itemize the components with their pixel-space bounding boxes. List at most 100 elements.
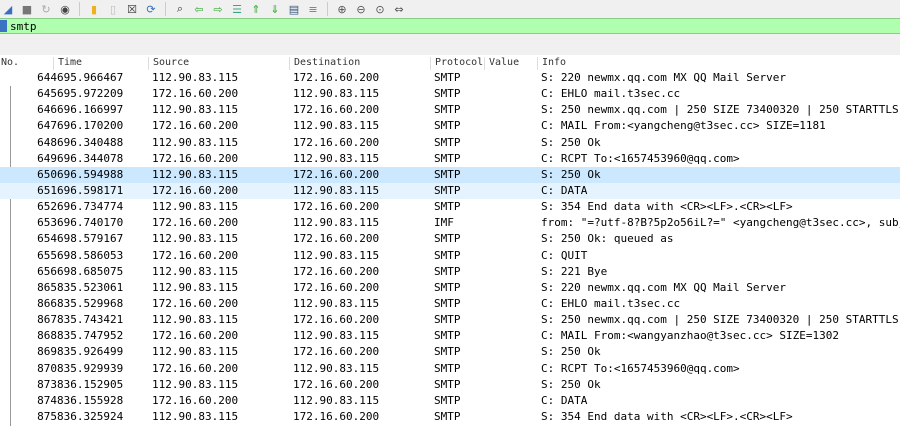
packet-protocol: SMTP: [434, 264, 461, 278]
packet-source: 172.16.60.200: [152, 216, 239, 230]
packet-row[interactable]: 865 835.523061 112.90.83.115 172.16.60.200 S…: [0, 280, 900, 296]
packet-time: 696.734774: [57, 200, 124, 214]
packet-destination: 172.16.60.200: [293, 313, 380, 327]
packet-row[interactable]: 868 835.747952 172.16.60.200 112.90.83.115 S…: [0, 328, 900, 344]
packet-row[interactable]: 649 696.344078 172.16.60.200 112.90.83.115 S…: [0, 151, 900, 167]
packet-row[interactable]: 650 696.594988 112.90.83.115 172.16.60.200 S…: [0, 166, 900, 183]
packet-source: 172.16.60.200: [152, 329, 239, 343]
packet-info: S: 250 Ok: [541, 135, 601, 149]
back-icon[interactable]: ⇦: [191, 2, 207, 17]
packet-source: 172.16.60.200: [152, 296, 239, 310]
column-header-info[interactable]: Info: [537, 57, 900, 70]
last-icon[interactable]: ⇓: [267, 2, 283, 17]
packet-protocol: SMTP: [434, 151, 461, 165]
packet-row[interactable]: 873 836.152905 112.90.83.115 172.16.60.200 S…: [0, 377, 900, 393]
packet-destination: 112.90.83.115: [293, 119, 380, 133]
packet-row[interactable]: 874 836.155928 172.16.60.200 112.90.83.115 S…: [0, 393, 900, 409]
packet-time: 835.929939: [57, 361, 124, 375]
packet-destination: 112.90.83.115: [293, 361, 380, 375]
packet-list-header: No. Time Source Destination Protocol Val…: [0, 55, 900, 70]
bookmark-icon[interactable]: [0, 20, 7, 32]
packet-protocol: SMTP: [434, 167, 461, 181]
packet-row[interactable]: 656 698.685075 112.90.83.115 172.16.60.200 S…: [0, 264, 900, 280]
zoom-in-icon[interactable]: ⊕: [334, 2, 350, 17]
packet-info: S: 221 Bye: [541, 264, 608, 278]
display-filter-bar[interactable]: smtp: [0, 18, 900, 34]
resize-columns-icon[interactable]: ⇔: [391, 2, 407, 17]
packet-number: 649: [37, 151, 57, 165]
packet-number: 868: [37, 329, 57, 343]
stop-icon[interactable]: ■: [19, 2, 35, 17]
packet-time: 695.972209: [57, 87, 124, 101]
packet-info: from: "=?utf-8?B?5p2o56iL?=" <yangcheng@…: [541, 216, 900, 230]
packet-destination: 112.90.83.115: [293, 393, 380, 407]
packet-info: S: 354 End data with <CR><LF>.<CR><LF>: [541, 409, 793, 423]
reload-icon[interactable]: ⟳: [143, 2, 159, 17]
packet-row[interactable]: 644 695.966467 112.90.83.115 172.16.60.200 S…: [0, 70, 900, 86]
packet-info: S: 220 newmx.qq.com MX QQ Mail Server: [541, 280, 787, 294]
packet-number: 875: [37, 409, 57, 423]
packet-row[interactable]: 654 698.579167 112.90.83.115 172.16.60.200 S…: [0, 231, 900, 247]
column-header-protocol[interactable]: Protocol: [430, 57, 484, 70]
packet-protocol: SMTP: [434, 313, 461, 327]
options-icon[interactable]: ◉: [57, 2, 73, 17]
packet-row[interactable]: 648 696.340488 112.90.83.115 172.16.60.200 S…: [0, 135, 900, 151]
packet-destination: 172.16.60.200: [293, 200, 380, 214]
packet-row[interactable]: 655 698.586053 172.16.60.200 112.90.83.115 S…: [0, 248, 900, 264]
packet-protocol: SMTP: [434, 200, 461, 214]
packet-row[interactable]: 652 696.734774 112.90.83.115 172.16.60.200 S…: [0, 199, 900, 215]
packet-destination: 112.90.83.115: [293, 248, 380, 262]
packet-row[interactable]: 869 835.926499 112.90.83.115 172.16.60.200 S…: [0, 344, 900, 360]
packet-source: 172.16.60.200: [152, 393, 239, 407]
packet-row[interactable]: 645 695.972209 172.16.60.200 112.90.83.115 S…: [0, 86, 900, 102]
packet-destination: 112.90.83.115: [293, 151, 380, 165]
goto-icon[interactable]: ☰: [229, 2, 245, 17]
packet-row[interactable]: 647 696.170200 172.16.60.200 112.90.83.115 S…: [0, 118, 900, 134]
packet-protocol: SMTP: [434, 296, 461, 310]
packet-time: 696.594988: [57, 167, 124, 181]
packet-protocol: SMTP: [434, 409, 461, 423]
packet-number: 867: [37, 313, 57, 327]
packet-time: 696.166997: [57, 103, 124, 117]
close-file-icon[interactable]: ☒: [124, 2, 140, 17]
packet-number: 644: [37, 71, 57, 84]
display-filter-input[interactable]: smtp: [10, 20, 37, 33]
packet-row[interactable]: 867 835.743421 112.90.83.115 172.16.60.200 S…: [0, 312, 900, 328]
column-header-value[interactable]: Value: [484, 57, 537, 70]
open-icon[interactable]: ▮: [86, 2, 102, 17]
packet-info: S: 250 Ok: queued as: [541, 232, 674, 246]
colorize-icon[interactable]: ≡: [305, 2, 321, 17]
restart-icon[interactable]: ↻: [38, 2, 54, 17]
packet-number: 647: [37, 119, 57, 133]
packet-row[interactable]: 875 836.325924 112.90.83.115 172.16.60.200 S…: [0, 409, 900, 425]
packet-destination: 172.16.60.200: [293, 264, 380, 278]
file-icon[interactable]: ▯: [105, 2, 121, 17]
first-icon[interactable]: ⇑: [248, 2, 264, 17]
packet-protocol: SMTP: [434, 71, 461, 84]
packet-number: 645: [37, 87, 57, 101]
packet-protocol: IMF: [434, 216, 454, 230]
packet-row[interactable]: 651 696.598171 172.16.60.200 112.90.83.115 S…: [0, 182, 900, 200]
zoom-normal-icon[interactable]: ⊙: [372, 2, 388, 17]
packet-number: 866: [37, 296, 57, 310]
column-header-no[interactable]: No.: [0, 57, 57, 70]
find-icon[interactable]: ⌕: [172, 2, 188, 17]
packet-row[interactable]: 870 835.929939 172.16.60.200 112.90.83.115 S…: [0, 361, 900, 377]
toolbar-separator: [165, 2, 166, 16]
packet-row[interactable]: 653 696.740170 172.16.60.200 112.90.83.115 I…: [0, 215, 900, 231]
packet-number: 655: [37, 248, 57, 262]
main-toolbar: ◢ ■ ↻ ◉ ▮ ▯ ☒ ⟳ ⌕ ⇦ ⇨ ☰ ⇑ ⇓ ▤ ≡ ⊕ ⊖ ⊙ ⇔: [0, 0, 900, 18]
packet-source: 112.90.83.115: [152, 345, 239, 359]
packet-source: 112.90.83.115: [152, 377, 239, 391]
forward-icon[interactable]: ⇨: [210, 2, 226, 17]
column-header-destination[interactable]: Destination: [289, 57, 430, 70]
shark-fin-icon[interactable]: ◢: [0, 2, 16, 17]
zoom-out-icon[interactable]: ⊖: [353, 2, 369, 17]
column-header-source[interactable]: Source: [148, 57, 289, 70]
packet-row[interactable]: 646 696.166997 112.90.83.115 172.16.60.200 S…: [0, 102, 900, 118]
column-header-time[interactable]: Time: [53, 57, 148, 70]
autoscroll-icon[interactable]: ▤: [286, 2, 302, 17]
packet-row[interactable]: 866 835.529968 172.16.60.200 112.90.83.115 S…: [0, 296, 900, 312]
packet-info: S: 250 newmx.qq.com | 250 SIZE 73400320 …: [541, 103, 899, 117]
packet-time: 698.579167: [57, 232, 124, 246]
